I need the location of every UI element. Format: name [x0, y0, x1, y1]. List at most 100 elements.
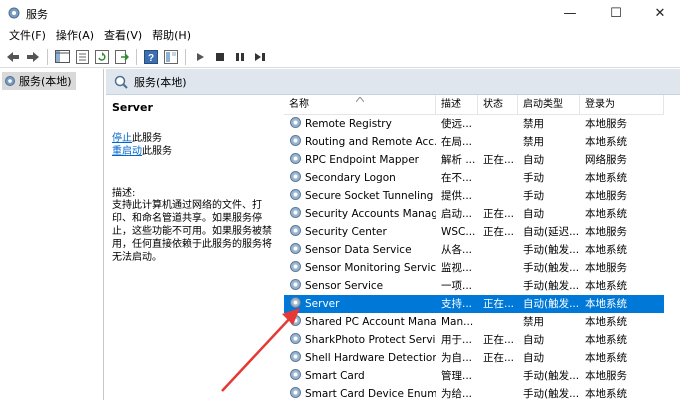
service-logon-cell-text: 本地服务 [585, 226, 627, 238]
service-row[interactable]: Smart Card 管理... 手动(触发... 本地服务 [284, 367, 664, 385]
back-icon[interactable] [4, 48, 22, 66]
service-logon-cell-text: 本地系统 [585, 280, 627, 292]
service-name-cell: Secondary Logon [284, 169, 436, 187]
service-row[interactable]: Security Center WSC... 正在... 自动(延迟... 本地服务 [284, 223, 664, 241]
close-button[interactable]: ✕ [638, 0, 680, 26]
service-startup-cell: 自动 [518, 331, 580, 349]
service-gear-icon [289, 369, 305, 382]
service-gear-icon [289, 261, 305, 274]
service-name-cell-text: Shell Hardware Detection [305, 352, 436, 364]
service-status-cell-text: 正在... [483, 208, 515, 220]
service-startup-cell-text: 手动 [523, 172, 544, 184]
service-name-cell-text: Shared PC Account Mana... [305, 316, 436, 328]
menu-view[interactable]: 查看(V) [99, 26, 147, 46]
service-startup-cell-text: 自动 [523, 352, 544, 364]
service-row[interactable]: Routing and Remote Acc... 在局... 禁用 本地系统 [284, 133, 664, 151]
service-gear-icon [289, 297, 305, 310]
column-logon-as[interactable]: 登录为 [580, 95, 664, 115]
service-description-cell: 为给... [436, 385, 478, 400]
service-row[interactable]: Shared PC Account Mana... Man... 禁用 本地系统 [284, 313, 664, 331]
column-status[interactable]: 状态 [478, 95, 518, 115]
service-row[interactable]: Server 支持... 正在... 自动(触发... 本地系统 [284, 295, 664, 313]
console-tree-icon[interactable] [53, 48, 71, 66]
service-name-cell-text: Security Center [305, 226, 387, 238]
service-gear-icon [289, 189, 305, 202]
service-description-cell: 在局... [436, 133, 478, 151]
service-logon-cell: 本地服务 [580, 367, 664, 385]
list-rows: Remote Registry 使远... 禁用 本地服务 Routing and Re… [284, 115, 664, 400]
service-row[interactable]: Shell Hardware Detection 为自... 正在... 自动 本地系统 [284, 349, 664, 367]
service-startup-cell-text: 禁用 [523, 316, 544, 328]
service-description-cell-text: 在不... [441, 172, 473, 184]
service-row[interactable]: Sensor Monitoring Service 监视... 手动(触发... 本地… [284, 259, 664, 277]
service-startup-cell: 手动 [518, 187, 580, 205]
menu-help[interactable]: 帮助(H) [147, 26, 196, 46]
services-window: 服务 — ☐ ✕ 文件(F) 操作(A) 查看(V) 帮助(H) ? 服务(本地… [0, 0, 680, 400]
service-row[interactable]: RPC Endpoint Mapper 解析 ... 正在... 自动 网络服务 [284, 151, 664, 169]
menu-bar: 文件(F) 操作(A) 查看(V) 帮助(H) [0, 26, 680, 46]
service-logon-cell: 本地系统 [580, 295, 664, 313]
service-name-cell-text: Secure Socket Tunneling ... [305, 190, 436, 202]
stop-service-link[interactable]: 停止 [112, 133, 132, 144]
service-logon-cell-text: 本地系统 [585, 172, 627, 184]
service-gear-icon [289, 351, 305, 364]
menu-file[interactable]: 文件(F) [4, 26, 51, 46]
restart-icon[interactable] [251, 48, 269, 66]
service-row[interactable]: Remote Registry 使远... 禁用 本地服务 [284, 115, 664, 133]
service-status-cell: 正在... [478, 349, 518, 367]
service-startup-cell-text: 手动 [523, 190, 544, 202]
minimize-button[interactable]: — [548, 0, 592, 26]
restart-service-link[interactable]: 重启动 [112, 146, 142, 157]
service-startup-cell-text: 手动(触发... [523, 280, 580, 292]
service-startup-cell: 手动(触发... [518, 385, 580, 400]
service-logon-cell: 本地系统 [580, 205, 664, 223]
service-description-cell: 用于... [436, 331, 478, 349]
service-logon-cell-text: 本地系统 [585, 388, 627, 400]
service-status-cell [478, 133, 518, 151]
export-icon[interactable] [113, 48, 131, 66]
tree-item-services-local[interactable]: 服务(本地) [2, 72, 76, 90]
service-startup-cell-text: 自动(触发... [523, 298, 580, 310]
view-icon[interactable] [162, 48, 180, 66]
list-header: 名称 描述 状态 启动类型 登录为 [284, 95, 664, 115]
service-row[interactable]: Sensor Service 一项... 手动(触发... 本地系统 [284, 277, 664, 295]
service-name-cell: Security Center [284, 223, 436, 241]
service-description-cell: 监视... [436, 259, 478, 277]
service-description-cell-text: 为自... [441, 352, 473, 364]
service-name-cell: RPC Endpoint Mapper [284, 151, 436, 169]
service-logon-cell: 本地服务 [580, 259, 664, 277]
service-startup-cell: 自动(触发... [518, 295, 580, 313]
properties-icon[interactable] [73, 48, 91, 66]
service-logon-cell: 本地系统 [580, 313, 664, 331]
service-name-cell: Shared PC Account Mana... [284, 313, 436, 331]
menu-action[interactable]: 操作(A) [51, 26, 99, 46]
service-name-cell-text: SharkPhoto Protect Servi... [305, 334, 436, 346]
service-row[interactable]: Security Accounts Manag... 启动... 正在... 自动 本地… [284, 205, 664, 223]
service-status-cell [478, 187, 518, 205]
column-startup-type[interactable]: 启动类型 [518, 95, 580, 115]
start-icon[interactable] [191, 48, 209, 66]
service-description-cell-text: 支持... [441, 298, 473, 310]
service-logon-cell: 本地系统 [580, 241, 664, 259]
service-logon-cell-text: 本地服务 [585, 118, 627, 130]
stop-icon[interactable] [211, 48, 229, 66]
service-row[interactable]: Smart Card Device Enum... 为给... 手动(触发... 本地… [284, 385, 664, 400]
forward-icon[interactable] [24, 48, 42, 66]
service-row[interactable]: Sensor Data Service 从各... 手动(触发... 本地系统 [284, 241, 664, 259]
refresh-icon[interactable] [93, 48, 111, 66]
help-icon[interactable]: ? [142, 48, 160, 66]
service-description-cell: 提供... [436, 187, 478, 205]
service-row[interactable]: Secure Socket Tunneling ... 提供... 手动 本地服务 [284, 187, 664, 205]
service-startup-cell: 自动 [518, 205, 580, 223]
service-logon-cell-text: 本地系统 [585, 244, 627, 256]
service-logon-cell-text: 本地服务 [585, 190, 627, 202]
service-startup-cell: 手动(触发... [518, 277, 580, 295]
service-row[interactable]: SharkPhoto Protect Servi... 用于... 正在... 自动 本… [284, 331, 664, 349]
pause-icon[interactable] [231, 48, 249, 66]
maximize-button[interactable]: ☐ [594, 0, 638, 26]
service-startup-cell: 禁用 [518, 313, 580, 331]
column-description[interactable]: 描述 [436, 95, 478, 115]
service-row[interactable]: Secondary Logon 在不... 手动 本地系统 [284, 169, 664, 187]
description-text: 支持此计算机通过网络的文件、打印、和命名管道共享。如果服务停止，这些功能不可用。… [112, 200, 272, 263]
service-name-cell: Sensor Data Service [284, 241, 436, 259]
